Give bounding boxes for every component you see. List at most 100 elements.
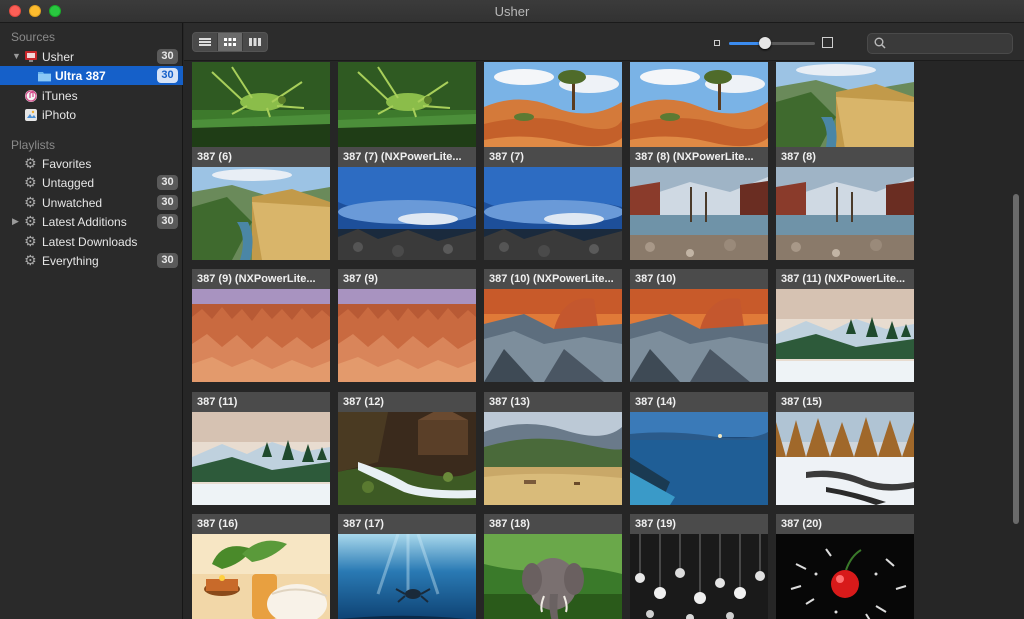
search-input[interactable] — [890, 36, 1008, 51]
column-view-icon[interactable] — [243, 33, 267, 51]
sidebar-item-latest-additions[interactable]: ▶ ⚙ Latest Additions 30 — [0, 212, 183, 231]
media-thumbnail-cell[interactable]: 387 (6) — [192, 147, 330, 260]
sidebar-item-label: Latest Downloads — [42, 235, 138, 249]
thumbnail-image-bryce-canyon[interactable] — [338, 289, 476, 382]
thumbnail-title: 387 (19) — [630, 514, 768, 534]
media-thumbnail-cell[interactable]: 387 (13) — [484, 392, 622, 505]
gear-icon: ⚙ — [24, 252, 37, 268]
thumbnail-image-cherry-splash[interactable] — [776, 534, 914, 619]
media-thumbnail-cell[interactable]: 387 (8) — [776, 147, 914, 260]
media-thumbnail-cell[interactable]: 387 (9) (NXPowerLite... — [192, 269, 330, 382]
media-thumbnail-cell[interactable]: 387 (14) — [630, 392, 768, 505]
count-badge: 30 — [157, 175, 178, 190]
thumbnail-title: 387 (9) — [338, 269, 476, 289]
media-thumbnail-cell[interactable] — [192, 62, 330, 155]
thumbnail-title: 387 (9) (NXPowerLite... — [192, 269, 330, 289]
thumbnail-image-light-bulbs[interactable] — [630, 534, 768, 619]
thumbnail-title: 387 (10) — [630, 269, 768, 289]
thumbnail-image-grasshopper[interactable] — [338, 62, 476, 155]
count-badge: 30 — [157, 195, 178, 210]
thumbnail-image-half-dome[interactable] — [484, 289, 622, 382]
list-view-icon[interactable] — [193, 33, 218, 51]
thumbnail-image-elephant[interactable] — [484, 534, 622, 619]
media-thumbnail-cell[interactable] — [338, 62, 476, 155]
media-thumbnail-cell[interactable]: 387 (12) — [338, 392, 476, 505]
sidebar-item-untagged[interactable]: ⚙ Untagged 30 — [0, 173, 183, 192]
view-mode-control — [192, 32, 268, 52]
media-thumbnail-cell[interactable] — [630, 62, 768, 155]
thumbnail-image-lake-trees[interactable] — [776, 167, 914, 260]
sidebar-item-latest-downloads[interactable]: ⚙ Latest Downloads — [0, 232, 183, 251]
media-thumbnail-cell[interactable] — [776, 62, 914, 155]
playlists-header: Playlists — [11, 138, 56, 152]
thumbnail-image-desert-tree[interactable] — [630, 62, 768, 155]
thumbnail-image-half-dome[interactable] — [630, 289, 768, 382]
thumbnail-image-bryce-canyon[interactable] — [192, 289, 330, 382]
thumbnail-image-spa-candle[interactable] — [192, 534, 330, 619]
thumbnail-image-canyon-river[interactable] — [776, 62, 914, 155]
media-thumbnail-cell[interactable] — [484, 62, 622, 155]
thumbnail-image-desert-tree[interactable] — [484, 62, 622, 155]
itunes-icon — [24, 89, 37, 102]
search-field[interactable] — [867, 33, 1013, 54]
sidebar-item-label: iPhoto — [42, 108, 77, 122]
media-thumbnail-cell[interactable]: 387 (10) (NXPowerLite... — [484, 269, 622, 382]
gear-icon: ⚙ — [24, 233, 37, 249]
sidebar-item-unwatched[interactable]: ⚙ Unwatched 30 — [0, 193, 183, 212]
media-thumbnail-cell[interactable]: 387 (20) — [776, 514, 914, 619]
vertical-scrollbar[interactable] — [1010, 62, 1022, 619]
thumbnail-title: 387 (10) (NXPowerLite... — [484, 269, 622, 289]
thumbnail-title: 387 (7) — [484, 147, 622, 167]
thumbnail-image-snowy-mountain[interactable] — [776, 289, 914, 382]
sidebar-item-label: Latest Additions — [42, 215, 127, 229]
media-thumbnail-cell[interactable]: 387 (11) — [192, 392, 330, 505]
sidebar-item-label: Untagged — [42, 176, 95, 190]
sidebar-item-itunes[interactable]: iTunes — [0, 86, 183, 105]
media-thumbnail-cell[interactable]: 387 (8) (NXPowerLite... — [630, 147, 768, 260]
thumbnail-title: 387 (15) — [776, 392, 914, 412]
sidebar-item-iphoto[interactable]: iPhoto — [0, 105, 183, 124]
thumbnail-size-slider[interactable] — [729, 37, 815, 49]
thumbnail-image-blue-sky-rocks[interactable] — [338, 167, 476, 260]
thumbnail-image-snowy-mountain[interactable] — [192, 412, 330, 505]
media-thumbnail-cell[interactable]: 387 (9) — [338, 269, 476, 382]
media-thumbnail-cell[interactable]: 387 (10) — [630, 269, 768, 382]
small-thumbnail-icon — [714, 40, 720, 46]
sidebar-item-favorites[interactable]: ⚙ Favorites — [0, 154, 183, 173]
media-thumbnail-cell[interactable]: 387 (7) (NXPowerLite... — [338, 147, 476, 260]
thumbnail-image-valley-hills[interactable] — [484, 412, 622, 505]
media-thumbnail-cell[interactable]: 387 (17) — [338, 514, 476, 619]
gear-icon: ⚙ — [24, 194, 37, 210]
slider-knob[interactable] — [759, 37, 772, 49]
sidebar-item-label: Favorites — [42, 157, 92, 171]
sidebar-item-ultra-387[interactable]: Ultra 387 30 — [0, 66, 183, 85]
sidebar-item-everything[interactable]: ⚙ Everything 30 — [0, 251, 183, 270]
thumbnail-image-waterfall-forest[interactable] — [338, 412, 476, 505]
thumbnail-image-snowy-forest[interactable] — [776, 412, 914, 505]
thumbnail-image-blue-sky-rocks[interactable] — [484, 167, 622, 260]
count-badge: 30 — [157, 253, 178, 268]
gear-icon: ⚙ — [24, 213, 37, 229]
grid-view-icon[interactable] — [218, 33, 243, 51]
scroll-thumb[interactable] — [1013, 194, 1019, 524]
media-thumbnail-cell[interactable]: 387 (18) — [484, 514, 622, 619]
media-thumbnail-cell[interactable]: 387 (16) — [192, 514, 330, 619]
media-thumbnail-cell[interactable]: 387 (7) — [484, 147, 622, 260]
sidebar-item-usher[interactable]: ▼ Usher 30 — [0, 47, 183, 66]
disclosure-open-icon[interactable]: ▼ — [12, 51, 21, 61]
thumbnail-image-grasshopper[interactable] — [192, 62, 330, 155]
disclosure-closed-icon[interactable]: ▶ — [12, 216, 19, 227]
thumbnail-title: 387 (13) — [484, 392, 622, 412]
thumbnail-image-lake-trees[interactable] — [630, 167, 768, 260]
iphoto-icon — [24, 108, 37, 121]
sources-header: Sources — [11, 30, 56, 44]
thumbnail-image-underwater-turtle[interactable] — [338, 534, 476, 619]
thumbnail-title: 387 (8) (NXPowerLite... — [630, 147, 768, 167]
media-thumbnail-cell[interactable]: 387 (11) (NXPowerLite... — [776, 269, 914, 382]
thumbnail-image-blue-lake-dusk[interactable] — [630, 412, 768, 505]
media-thumbnail-cell[interactable]: 387 (19) — [630, 514, 768, 619]
count-badge: 30 — [157, 49, 178, 64]
thumbnail-image-canyon-river[interactable] — [192, 167, 330, 260]
search-icon — [874, 37, 886, 52]
media-thumbnail-cell[interactable]: 387 (15) — [776, 392, 914, 505]
